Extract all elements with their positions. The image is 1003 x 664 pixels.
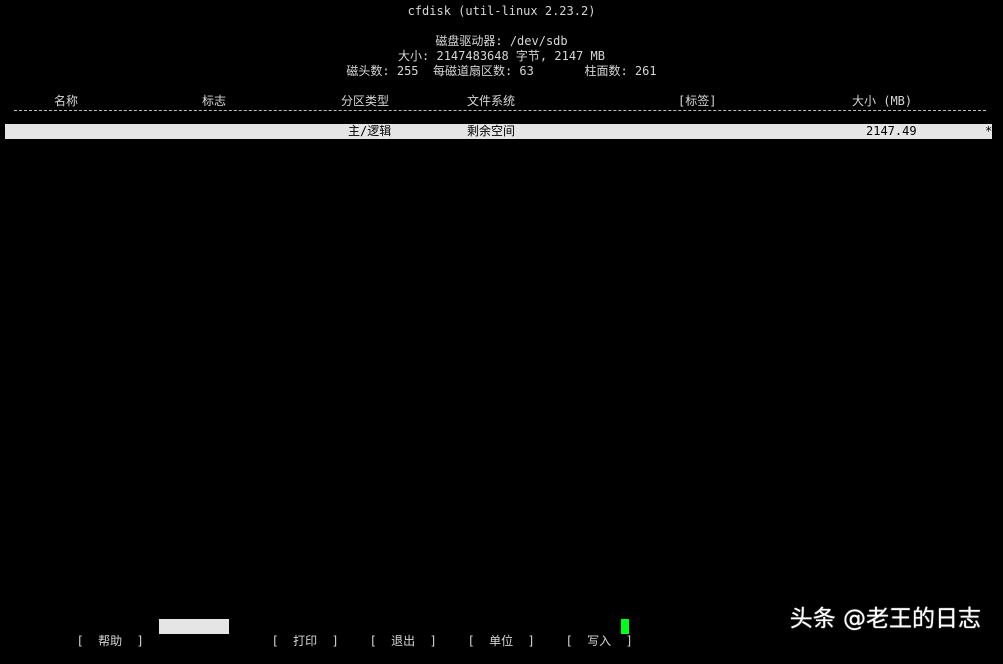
menu-print-label: [ 打印 ] — [271, 634, 339, 648]
disk-size-label: 大小: 2147483648 字节, 2147 MB — [398, 49, 605, 63]
terminal-cursor — [621, 619, 629, 634]
menu-quit-label: [ 退出 ] — [369, 634, 437, 648]
header-divider — [14, 110, 986, 111]
disk-drive-label: 磁盘驱动器: /dev/sdb — [435, 34, 568, 48]
row-marker: * — [985, 124, 993, 138]
column-header-label: [标签] — [678, 94, 717, 108]
menu-new-button[interactable]: [ 新建 ] — [159, 619, 241, 664]
menu-help-label: [ 帮助 ] — [76, 634, 144, 648]
menu-selection-highlight — [159, 619, 229, 634]
menu-print-button[interactable]: [ 打印 ] — [257, 619, 339, 649]
column-header-partition-type: 分区类型 — [341, 94, 390, 108]
menu-help-button[interactable]: [ 帮助 ] — [62, 619, 144, 649]
menu-units-button[interactable]: [ 单位 ] — [453, 619, 535, 649]
row-filesystem: 剩余空间 — [467, 124, 516, 138]
column-header-size: 大小 (MB) — [852, 94, 913, 108]
menu-units-label: [ 单位 ] — [467, 634, 535, 648]
disk-geometry-label: 磁头数: 255 每磁道扇区数: 63 柱面数: 261 — [346, 64, 657, 78]
menu-quit-button[interactable]: [ 退出 ] — [355, 619, 437, 649]
table-row[interactable]: 主/逻辑 剩余空间 2147.49 * — [5, 124, 992, 139]
row-partition-type: 主/逻辑 — [348, 124, 392, 138]
column-header-filesystem: 文件系统 — [467, 94, 516, 108]
app-title: cfdisk (util-linux 2.23.2) — [407, 4, 596, 18]
column-header-flags: 标志 — [202, 94, 227, 108]
row-size: 2147.49 — [866, 124, 917, 138]
watermark: 头条 @老王的日志 — [789, 606, 981, 632]
menu-new-label: [ 新建 ] — [173, 649, 241, 663]
menu-write-label: [ 写入 ] — [565, 634, 633, 648]
column-header-name: 名称 — [54, 94, 79, 108]
